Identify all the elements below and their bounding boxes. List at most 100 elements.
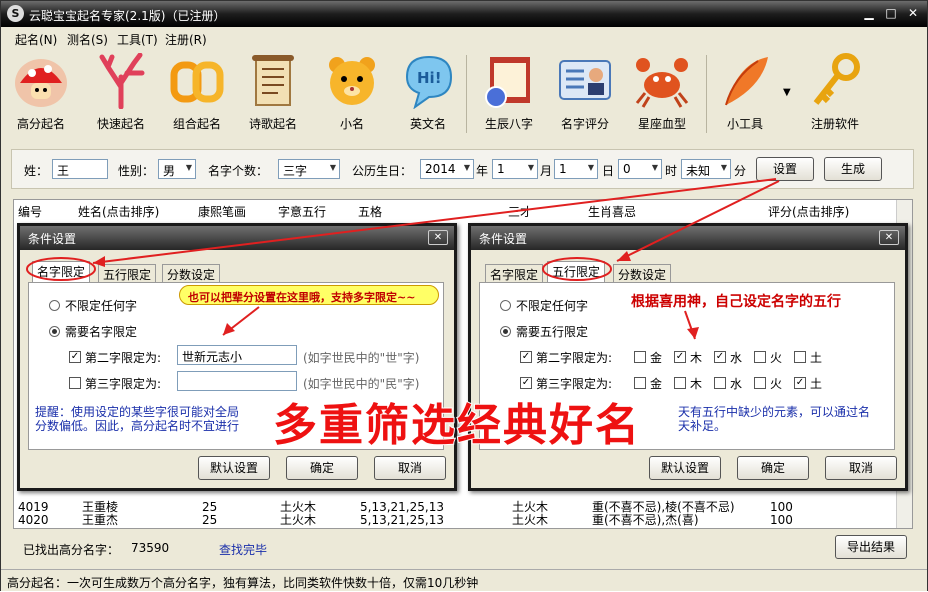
toolbar-bazi[interactable]: 生辰八字: [473, 53, 545, 137]
year-select[interactable]: 2014: [420, 159, 474, 179]
tab-score-setting[interactable]: 分数设定: [162, 264, 221, 282]
dialog-title: 条件设置: [20, 226, 454, 250]
settings-button[interactable]: 设置: [756, 157, 814, 181]
key-icon: [808, 53, 862, 109]
toolbar-poem[interactable]: 诗歌起名: [237, 53, 309, 137]
second-char-checkbox[interactable]: ✓: [520, 351, 532, 363]
minimize-icon[interactable]: ▁: [859, 6, 879, 22]
ok-button[interactable]: 确定: [286, 456, 358, 480]
element-label: 木: [690, 377, 703, 391]
toolbar-score[interactable]: 名字评分: [549, 53, 621, 137]
month-select[interactable]: 1: [492, 159, 538, 179]
tab-wuxing-limit[interactable]: 五行限定: [547, 261, 606, 282]
found-label: 已找出高分名字：: [23, 543, 120, 557]
close-icon[interactable]: ✕: [903, 6, 923, 22]
annotation-bubble: 也可以把辈分设置在这里哦，支持多字限定~~: [179, 285, 439, 305]
toolbar: 高分起名 快速起名 组合起名 诗歌起名 小名 Hi! 英文名 生辰八字 名字评分…: [1, 49, 927, 139]
tab-score-setting[interactable]: 分数设定: [613, 264, 672, 282]
radio-label: 需要名字限定: [65, 325, 138, 339]
radio-need-limit[interactable]: [49, 326, 60, 337]
toolbar-register[interactable]: 注册软件: [799, 53, 871, 137]
col-wuge[interactable]: 五格: [358, 203, 382, 220]
minute-unit: 分: [734, 164, 747, 178]
tab-wuxing-limit[interactable]: 五行限定: [98, 264, 157, 282]
menu-tools[interactable]: 工具(T): [117, 31, 158, 48]
tip-text: 分数偏低。因此，高分起名时不宜进行: [35, 419, 240, 433]
export-button[interactable]: 导出结果: [835, 535, 907, 559]
col-shengxiao[interactable]: 生肖喜忌: [588, 203, 636, 220]
menu-bar: 起名(N) 测名(S) 工具(T) 注册(R): [1, 27, 927, 49]
table-row[interactable]: 4020 王重杰 25 土火木 5,13,21,25,13 土火木 重(不喜不忌),杰(喜)…: [14, 514, 904, 527]
toolbar-quick[interactable]: 快速起名: [85, 52, 157, 137]
col-name[interactable]: 姓名(点击排序): [78, 203, 159, 220]
toolbar-label: 快速起名: [96, 117, 145, 131]
element-checkbox[interactable]: [634, 377, 646, 389]
status-bar: 高分起名：一次可生成数万个高分名字，独有算法，比同类软件快数十倍，仅需10几秒钟: [1, 569, 927, 591]
second-char-input[interactable]: 世新元志小: [177, 345, 297, 365]
year-unit: 年: [476, 164, 489, 178]
surname-input[interactable]: 王: [52, 159, 108, 179]
coral-icon: [94, 52, 148, 110]
element-checkbox[interactable]: ✓: [714, 351, 726, 363]
element-label: 金: [650, 377, 663, 391]
element-label: 水: [730, 377, 743, 391]
third-char-checkbox[interactable]: ✓: [520, 377, 532, 389]
day-select[interactable]: 1: [554, 159, 598, 179]
gender-select[interactable]: 男: [158, 159, 196, 179]
third-char-input[interactable]: [177, 371, 297, 391]
toolbar-high-score[interactable]: 高分起名: [5, 53, 77, 137]
speech-bubble-icon: Hi!: [401, 53, 455, 110]
default-settings-button[interactable]: 默认设置: [649, 456, 721, 480]
element-checkbox[interactable]: [754, 377, 766, 389]
tab-name-limit[interactable]: 名字限定: [32, 261, 91, 282]
minute-select[interactable]: 未知: [681, 159, 731, 179]
menu-name[interactable]: 起名(N): [15, 31, 57, 48]
toolbar-combine[interactable]: 组合起名: [161, 53, 233, 137]
radio-no-limit[interactable]: [49, 300, 60, 311]
count-label: 名字个数：: [208, 164, 269, 178]
menu-test[interactable]: 测名(S): [67, 31, 108, 48]
cancel-button[interactable]: 取消: [825, 456, 897, 480]
element-checkbox[interactable]: [714, 377, 726, 389]
menu-register[interactable]: 注册(R): [165, 31, 207, 48]
col-strokes[interactable]: 康熙笔画: [198, 203, 246, 220]
radio-no-limit[interactable]: [500, 300, 511, 311]
toolbar-label: 星座血型: [637, 117, 686, 131]
element-label: 木: [690, 351, 703, 365]
generate-button[interactable]: 生成: [824, 157, 882, 181]
element-checkbox[interactable]: [634, 351, 646, 363]
element-label: 金: [650, 351, 663, 365]
element-checkbox[interactable]: [674, 377, 686, 389]
dropdown-arrow-icon[interactable]: ▼: [783, 87, 791, 98]
tab-name-limit[interactable]: 名字限定: [485, 264, 544, 282]
default-settings-button[interactable]: 默认设置: [198, 456, 270, 480]
radio-need-limit[interactable]: [500, 326, 511, 337]
close-icon[interactable]: ✕: [428, 230, 448, 245]
element-checkbox[interactable]: ✓: [794, 377, 806, 389]
promo-banner: 多重筛选经典好名: [272, 399, 641, 452]
col-id[interactable]: 编号: [18, 203, 42, 220]
second-char-checkbox[interactable]: ✓: [69, 351, 81, 363]
third-char-checkbox[interactable]: [69, 377, 81, 389]
element-checkbox[interactable]: [794, 351, 806, 363]
toolbar-zodiac[interactable]: 星座血型: [626, 53, 698, 137]
col-sancai[interactable]: 三才: [508, 203, 532, 220]
toolbar-english[interactable]: Hi! 英文名: [392, 53, 464, 137]
hour-select[interactable]: 0: [618, 159, 662, 179]
calendar-icon: [482, 53, 536, 109]
maximize-icon[interactable]: □: [881, 6, 901, 22]
toolbar-nickname[interactable]: 小名: [316, 53, 388, 137]
ok-button[interactable]: 确定: [737, 456, 809, 480]
toolbar-tools[interactable]: 小工具: [709, 53, 781, 137]
toolbar-separator: [706, 55, 707, 133]
close-icon[interactable]: ✕: [879, 230, 899, 245]
element-checkbox[interactable]: [754, 351, 766, 363]
gender-label: 性别：: [118, 164, 155, 178]
element-checkbox[interactable]: ✓: [674, 351, 686, 363]
col-score[interactable]: 评分(点击排序): [768, 203, 849, 220]
cancel-button[interactable]: 取消: [374, 456, 446, 480]
radio-label: 需要五行限定: [516, 325, 589, 339]
count-select[interactable]: 三字: [278, 159, 340, 179]
col-wuxing[interactable]: 字意五行: [278, 203, 326, 220]
element-label: 水: [730, 351, 743, 365]
